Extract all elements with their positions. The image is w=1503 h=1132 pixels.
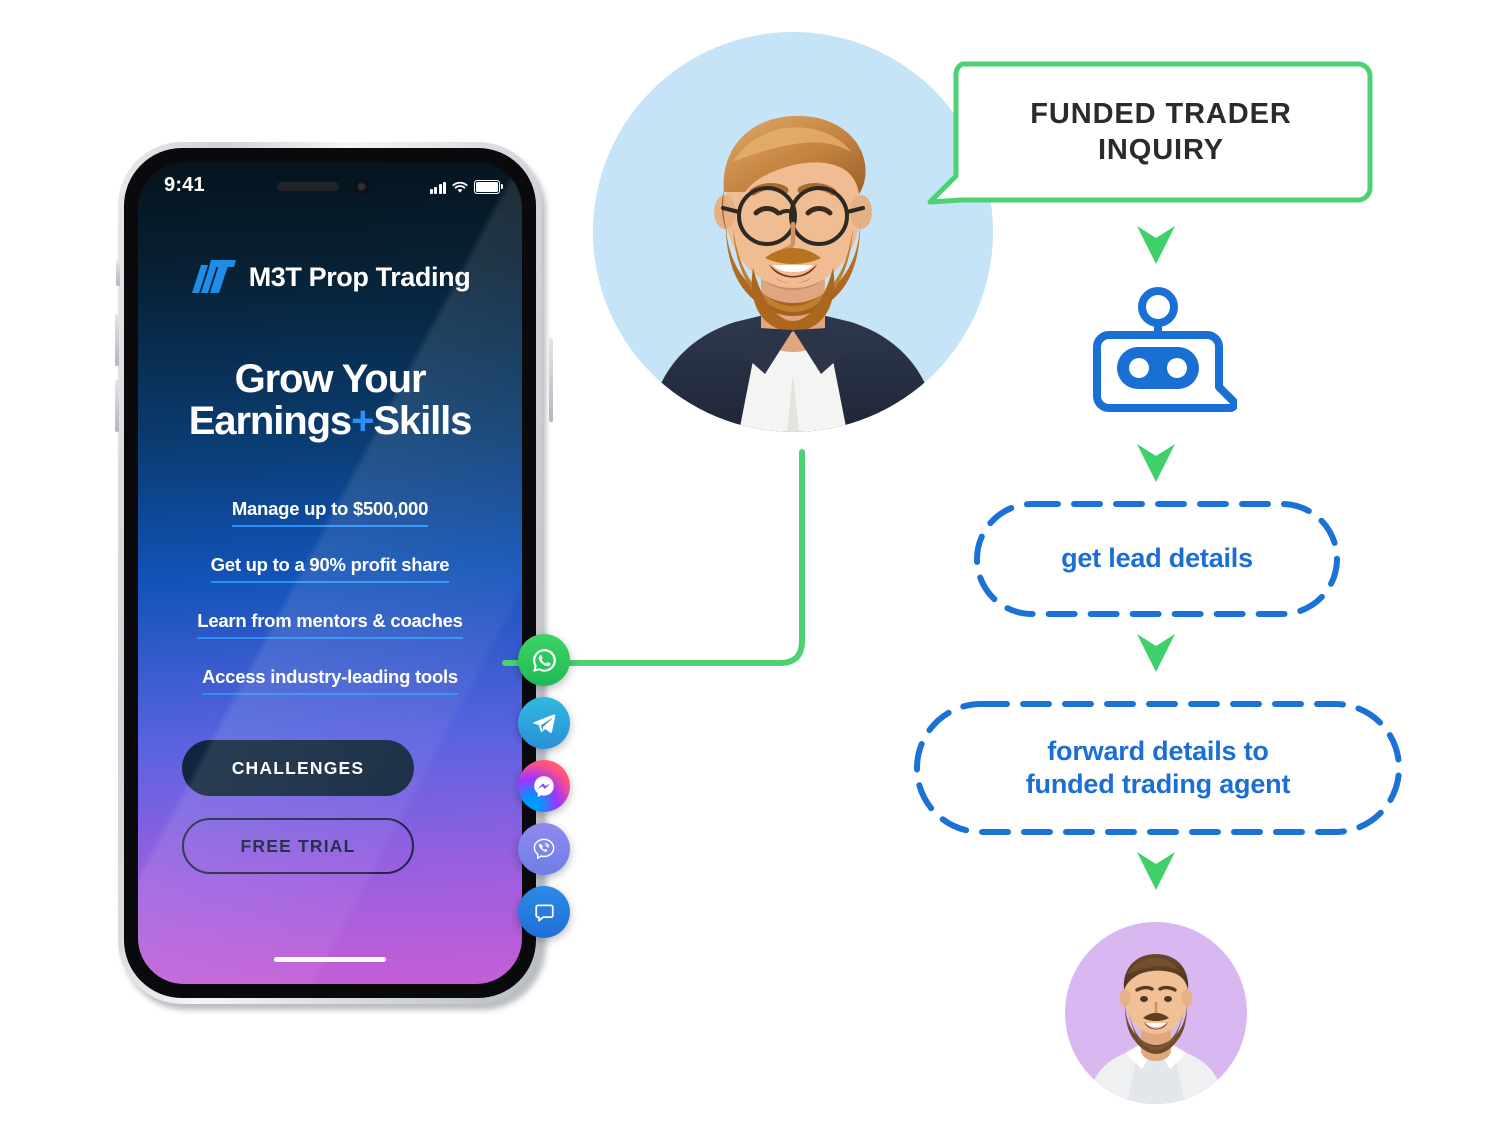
flow-node-label-line1: forward details to [1047, 735, 1269, 766]
battery-full-icon [474, 180, 503, 194]
speech-bubble: FUNDED TRADER INQUIRY [926, 60, 1376, 205]
flow-node-forward-details[interactable]: forward details to funded trading agent [913, 700, 1403, 836]
list-item: Get up to a 90% profit share [138, 554, 522, 583]
viber-icon[interactable] [518, 823, 570, 875]
cellular-signal-icon [429, 181, 446, 194]
earpiece-speaker [277, 182, 339, 191]
home-indicator[interactable] [274, 957, 386, 962]
power-button[interactable] [549, 338, 553, 422]
flow-node-label-line2: funded trading agent [1025, 769, 1291, 799]
flow-node-label: forward details to funded trading agent [984, 735, 1332, 802]
chatbot-icon [1093, 287, 1237, 413]
front-camera [354, 179, 369, 194]
agent-avatar [1065, 922, 1247, 1104]
phone-body: 9:41 M3T Prop Trading Grow Your Earnings… [124, 148, 536, 998]
feature-label: Learn from mentors & coaches [197, 610, 463, 639]
speech-bubble-line1: FUNDED TRADER [1030, 98, 1292, 131]
social-channel-rail [518, 634, 570, 938]
status-time: 9:41 [164, 174, 205, 196]
hero-headline-earnings: Earnings [188, 399, 352, 444]
speech-bubble-text: FUNDED TRADER INQUIRY [1030, 97, 1291, 168]
chat-bubble-icon[interactable] [518, 886, 570, 938]
arrow-down-icon [1137, 444, 1175, 482]
feature-label: Manage up to $500,000 [231, 498, 428, 527]
list-item: Access industry-leading tools [138, 666, 522, 695]
list-item: Learn from mentors & coaches [138, 610, 522, 639]
feature-list: Manage up to $500,000 Get up to a 90% pr… [138, 498, 522, 722]
flow-node-get-lead-details[interactable]: get lead details [973, 500, 1341, 618]
telegram-icon[interactable] [518, 697, 570, 749]
m3t-logo-icon [190, 260, 238, 294]
status-bar: 9:41 [138, 162, 522, 214]
hero-headline-plus: + [351, 399, 374, 444]
app-brand-name: M3T Prop Trading [248, 261, 471, 292]
arrow-down-icon [1137, 852, 1175, 890]
whatsapp-icon[interactable] [518, 634, 570, 686]
app-brand: M3T Prop Trading [138, 260, 522, 294]
cta-group: CHALLENGES FREE TRIAL [182, 740, 414, 874]
feature-label: Get up to a 90% profit share [210, 554, 450, 583]
silent-switch[interactable] [116, 260, 120, 286]
speech-bubble-line2: INQUIRY [1097, 133, 1225, 166]
flow-node-label: get lead details [1061, 543, 1253, 574]
feature-label: Access industry-leading tools [202, 666, 458, 695]
free-trial-button[interactable]: FREE TRIAL [182, 818, 414, 874]
status-indicators [429, 178, 503, 194]
canvas: 9:41 M3T Prop Trading Grow Your Earnings… [0, 0, 1503, 1132]
challenges-button[interactable]: CHALLENGES [182, 740, 414, 796]
hero-headline-line1: Grow Your [234, 357, 427, 401]
speech-bubble-content: FUNDED TRADER INQUIRY [948, 60, 1374, 205]
hero-headline: Grow Your Earnings+Skills [138, 358, 522, 443]
arrow-down-icon [1137, 226, 1175, 264]
arrow-down-icon [1137, 634, 1175, 672]
agent-photo [1065, 922, 1247, 1104]
hero-headline-skills: Skills [373, 399, 472, 444]
list-item: Manage up to $500,000 [138, 498, 522, 527]
hero-headline-line2: Earnings+Skills [138, 400, 522, 442]
phone-screen: 9:41 M3T Prop Trading Grow Your Earnings… [138, 162, 522, 984]
phone-mockup: 9:41 M3T Prop Trading Grow Your Earnings… [115, 142, 570, 1014]
volume-down-button[interactable] [115, 380, 119, 432]
messenger-icon[interactable] [518, 760, 570, 812]
volume-up-button[interactable] [115, 314, 119, 366]
wifi-icon [452, 181, 468, 194]
